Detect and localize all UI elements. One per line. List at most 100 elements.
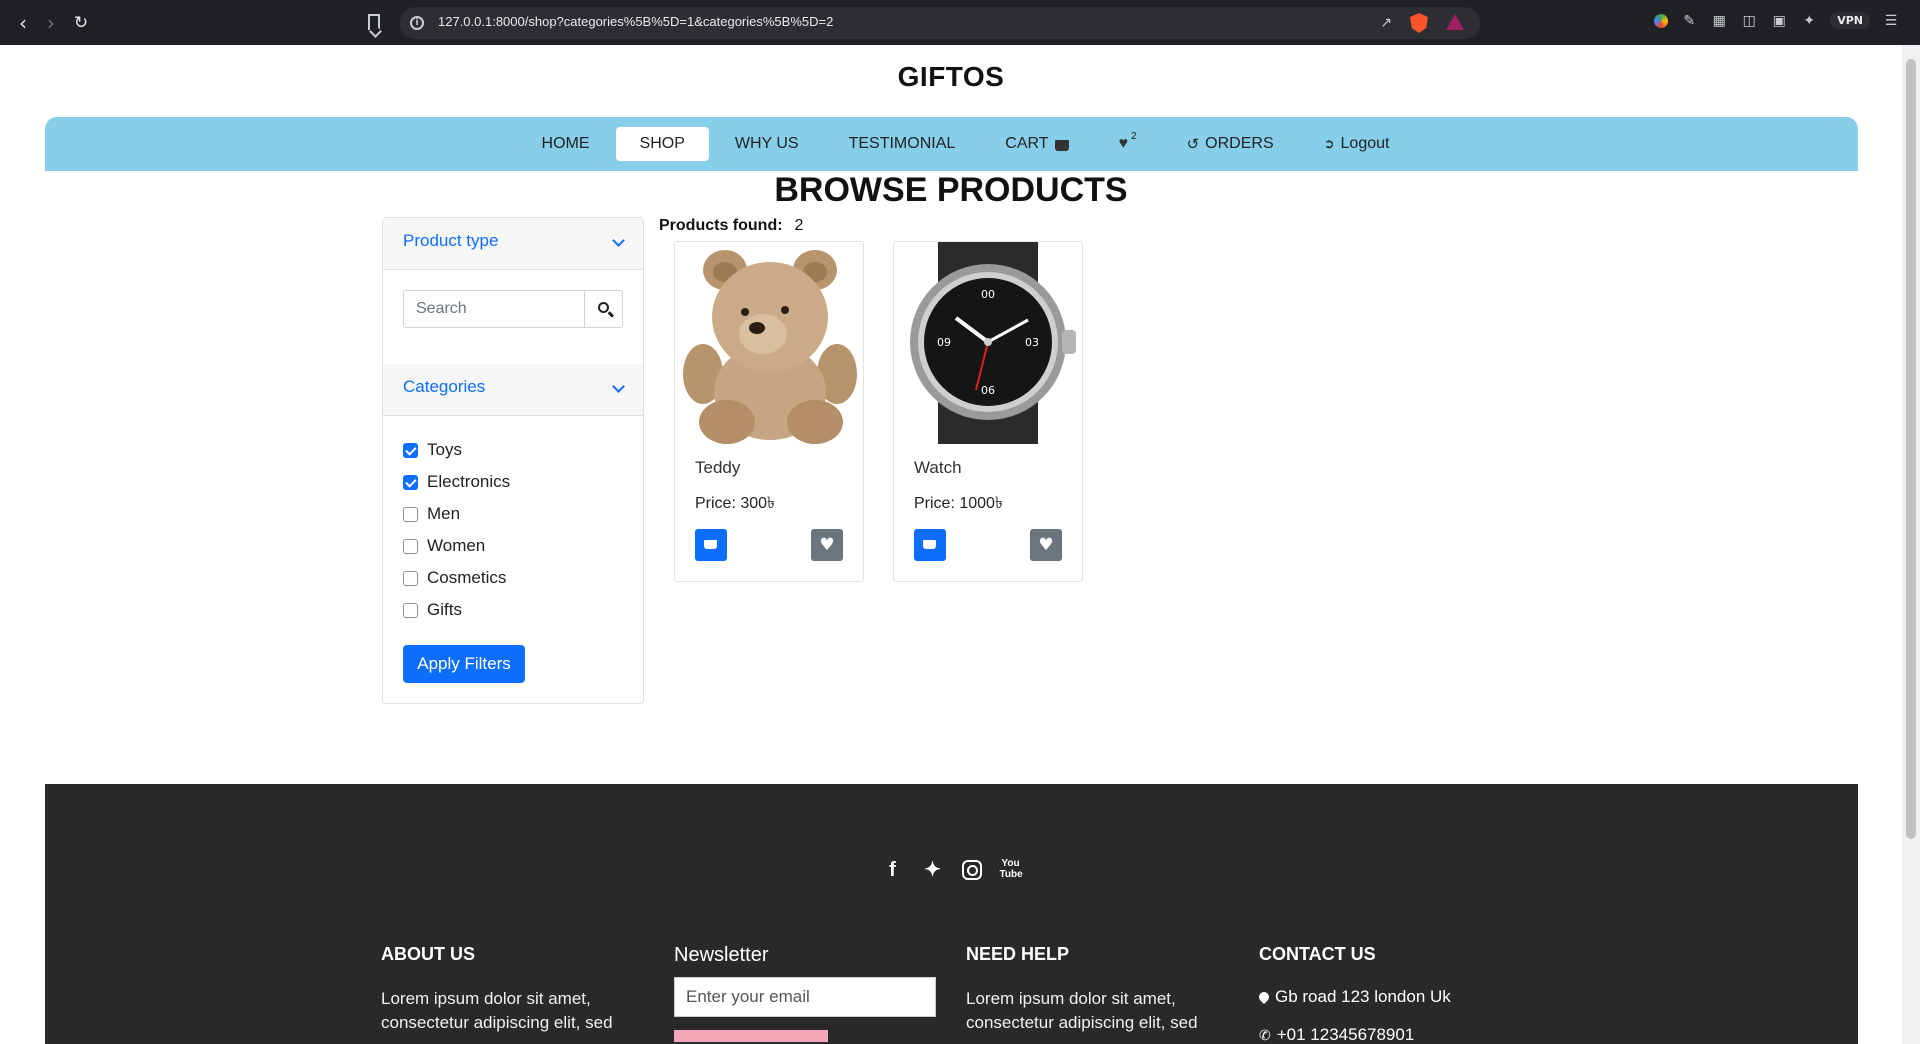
help-column: NEED HELP Lorem ipsum dolor sit amet, co…	[966, 944, 1226, 1035]
about-column: ABOUT US Lorem ipsum dolor sit amet, con…	[381, 944, 641, 1035]
nav-label: HOME	[541, 135, 590, 152]
add-to-cart-button[interactable]	[695, 529, 727, 561]
heart-icon: ♥	[1038, 535, 1054, 555]
main-nav: HOME SHOP WHY US TESTIMONIAL CART ♥ 2 ↺ OR…	[45, 117, 1858, 171]
chevron-down-icon	[612, 234, 625, 247]
share-icon[interactable]: ↗	[1380, 15, 1392, 31]
category-men[interactable]: Men	[403, 498, 510, 530]
forward-icon[interactable]: ›	[38, 10, 64, 36]
checkbox[interactable]	[403, 442, 418, 458]
checkbox[interactable]	[403, 538, 418, 554]
product-name[interactable]: Teddy	[695, 458, 740, 478]
newsletter-column: Newsletter Enter your email	[674, 944, 938, 1042]
contact-title: CONTACT US	[1259, 944, 1376, 964]
address-text: Gb road 123 london Uk	[1275, 987, 1451, 1006]
checkbox[interactable]	[403, 506, 418, 522]
twitter-icon[interactable]: ✦	[922, 858, 944, 882]
leo-icon[interactable]: ✦	[1800, 13, 1818, 29]
address-bar[interactable]: i 127.0.0.1:8000/shop?categories%5B%5D=1…	[400, 7, 1480, 39]
nav-shop[interactable]: SHOP	[615, 127, 709, 161]
site-info-icon[interactable]: i	[410, 16, 424, 30]
newsletter-email-input[interactable]: Enter your email	[674, 977, 936, 1017]
product-price: Price: 1000৳	[914, 495, 1003, 512]
product-card[interactable]: 00 03 06 09 Watch Price: 1000৳ ♥	[893, 241, 1083, 582]
search-button[interactable]	[584, 291, 622, 327]
apply-filters-button[interactable]: Apply Filters	[403, 645, 525, 683]
nav-logout[interactable]: ➲ Logout	[1300, 127, 1414, 161]
menu-icon[interactable]: ☰	[1882, 13, 1900, 29]
product-image[interactable]: 00 03 06 09	[894, 242, 1082, 444]
site-brand[interactable]: GIFTOS	[0, 61, 1902, 93]
categories-accordion[interactable]: Categories	[383, 364, 643, 416]
nav-label: Logout	[1340, 135, 1390, 152]
product-name[interactable]: Watch	[914, 458, 962, 478]
products-found-count: 2	[794, 217, 804, 234]
sidebar-icon[interactable]: ◫	[1740, 13, 1758, 29]
nav-orders[interactable]: ↺ ORDERS	[1163, 127, 1298, 161]
phone-text: +01 12345678901	[1276, 1025, 1415, 1044]
page-scrollbar[interactable]	[1902, 45, 1920, 1044]
puzzle-icon[interactable]: ▦	[1710, 13, 1728, 29]
page: GIFTOS HOME SHOP WHY US TESTIMONIAL CART…	[0, 45, 1902, 1044]
checkbox[interactable]	[403, 474, 418, 490]
accordion-label: Categories	[403, 377, 486, 396]
add-to-wishlist-button[interactable]: ♥	[811, 529, 843, 561]
vpn-button[interactable]: VPN	[1830, 12, 1870, 29]
instagram-icon[interactable]	[961, 860, 982, 880]
product-card[interactable]: Teddy Price: 300৳ ♥	[674, 241, 864, 582]
wishlist-count: 2	[1131, 130, 1137, 142]
reload-icon[interactable]: ↻	[68, 10, 94, 36]
extensions-area: ✎ ▦ ◫ ▣ ✦ VPN ☰	[1654, 12, 1900, 29]
product-image[interactable]	[675, 242, 863, 444]
nav-label: ORDERS	[1205, 135, 1274, 152]
nav-wishlist[interactable]: ♥ 2	[1095, 127, 1161, 161]
svg-text:00: 00	[981, 288, 995, 301]
search-group	[403, 290, 623, 328]
nav-cart[interactable]: CART	[981, 127, 1092, 161]
product-type-accordion[interactable]: Product type	[383, 218, 643, 270]
contact-phone[interactable]: ✆ +01 12345678901	[1259, 1025, 1559, 1044]
brave-rewards-icon[interactable]	[1446, 14, 1464, 30]
accordion-label: Product type	[403, 231, 499, 250]
add-to-wishlist-button[interactable]: ♥	[1030, 529, 1062, 561]
search-input[interactable]	[404, 291, 584, 327]
product-price: Price: 300৳	[695, 495, 776, 512]
subscribe-button[interactable]	[674, 1030, 828, 1042]
newsletter-title: Newsletter	[674, 944, 769, 966]
back-icon[interactable]: ‹	[10, 10, 36, 36]
category-toys[interactable]: Toys	[403, 434, 510, 466]
scrollbar-thumb[interactable]	[1906, 59, 1916, 839]
products-found-label: Products found:	[659, 217, 783, 234]
category-gifts[interactable]: Gifts	[403, 594, 510, 626]
category-label: Gifts	[427, 600, 462, 619]
category-label: Women	[427, 536, 486, 555]
brave-shields-icon[interactable]	[1410, 13, 1428, 33]
nav-home[interactable]: HOME	[518, 127, 614, 161]
category-electronics[interactable]: Electronics	[403, 466, 510, 498]
nav-why-us[interactable]: WHY US	[711, 127, 823, 161]
nav-label: WHY US	[734, 135, 799, 152]
youtube-icon[interactable]: You Tube	[1000, 858, 1023, 882]
url-text[interactable]: 127.0.0.1:8000/shop?categories%5B%5D=1&c…	[438, 14, 833, 29]
category-women[interactable]: Women	[403, 530, 510, 562]
nav-label: CART	[1005, 135, 1049, 152]
pen-icon[interactable]: ✎	[1680, 13, 1698, 29]
filter-sidebar: Product type Categories Toys Electronics…	[382, 217, 644, 704]
svg-text:03: 03	[1025, 336, 1039, 349]
heart-icon: ♥	[819, 535, 835, 555]
products-found: Products found: 2	[659, 217, 803, 235]
logout-icon: ➲	[1323, 136, 1335, 151]
category-cosmetics[interactable]: Cosmetics	[403, 562, 510, 594]
nav-label: SHOP	[639, 135, 685, 152]
add-to-cart-button[interactable]	[914, 529, 946, 561]
wallet-icon[interactable]: ▣	[1770, 13, 1788, 29]
search-icon	[598, 302, 609, 313]
checkbox[interactable]	[403, 570, 418, 586]
facebook-icon[interactable]: f	[882, 858, 904, 882]
nav-testimonial[interactable]: TESTIMONIAL	[825, 127, 980, 161]
contact-address[interactable]: Gb road 123 london Uk	[1256, 987, 1559, 1007]
extension-icon[interactable]	[1654, 13, 1669, 28]
category-list: Toys Electronics Men Women Cosmetics Gif…	[403, 434, 510, 626]
bookmark-icon[interactable]	[368, 14, 380, 30]
checkbox[interactable]	[403, 602, 418, 618]
